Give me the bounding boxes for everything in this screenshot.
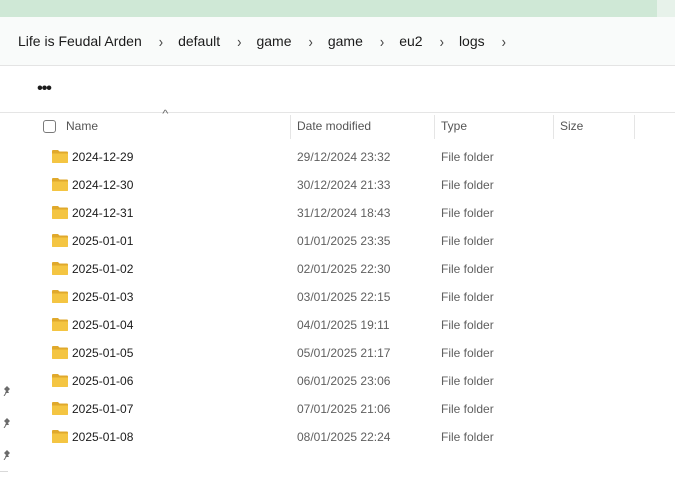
file-row[interactable]: 2024-12-29 29/12/2024 23:32 File folder [14,143,675,171]
folder-icon [52,290,68,303]
file-row[interactable]: 2025-01-06 06/01/2025 23:06 File folder [14,367,675,395]
pin-icon[interactable] [2,386,12,396]
window-top-strip [0,0,675,17]
folder-icon [52,234,68,247]
folder-icon [52,150,68,163]
file-date-modified: 29/12/2024 23:32 [297,150,391,164]
pin-icon[interactable] [2,418,12,428]
file-type: File folder [441,346,494,360]
file-name: 2025-01-02 [72,262,134,276]
file-date-modified: 05/01/2025 21:17 [297,346,391,360]
chevron-right-icon[interactable]: › [309,33,313,49]
folder-icon [52,178,68,191]
column-divider[interactable] [434,115,435,139]
file-row[interactable]: 2025-01-02 02/01/2025 22:30 File folder [14,255,675,283]
file-type: File folder [441,430,494,444]
breadcrumb-item[interactable]: game [256,33,291,49]
pane-divider [0,471,8,472]
file-date-modified: 06/01/2025 23:06 [297,374,391,388]
column-header: ^ Name Date modified Type Size [14,109,675,139]
file-row[interactable]: 2025-01-04 04/01/2025 19:11 File folder [14,311,675,339]
file-type: File folder [441,402,494,416]
file-row[interactable]: 2025-01-07 07/01/2025 21:06 File folder [14,395,675,423]
window-top-accent [657,0,675,17]
file-type: File folder [441,290,494,304]
file-name: 2025-01-05 [72,346,134,360]
file-name: 2025-01-01 [72,234,134,248]
chevron-right-icon[interactable]: › [502,33,506,49]
folder-icon [52,206,68,219]
file-name: 2024-12-31 [72,206,134,220]
chevron-right-icon[interactable]: › [237,33,241,49]
column-header-name[interactable]: Name [66,113,98,139]
navigation-pane [0,113,14,487]
file-name: 2025-01-08 [72,430,134,444]
file-name: 2024-12-29 [72,150,134,164]
more-options-button[interactable]: ••• [33,76,55,102]
file-date-modified: 08/01/2025 22:24 [297,430,391,444]
file-date-modified: 01/01/2025 23:35 [297,234,391,248]
file-name: 2025-01-04 [72,318,134,332]
file-row[interactable]: 2025-01-01 01/01/2025 23:35 File folder [14,227,675,255]
chevron-right-icon[interactable]: › [380,33,384,49]
folder-icon [52,430,68,443]
breadcrumb-item[interactable]: logs [459,33,485,49]
breadcrumb: Life is Feudal Arden › default › game › … [0,33,521,49]
address-bar[interactable]: Life is Feudal Arden › default › game › … [0,17,675,66]
sort-ascending-icon: ^ [162,109,169,120]
breadcrumb-item[interactable]: default [178,33,220,49]
column-divider[interactable] [634,115,635,139]
file-name: 2024-12-30 [72,178,134,192]
column-divider[interactable] [553,115,554,139]
column-divider[interactable] [290,115,291,139]
file-type: File folder [441,178,494,192]
command-bar: ••• [0,66,675,113]
folder-icon [52,318,68,331]
file-date-modified: 31/12/2024 18:43 [297,206,391,220]
file-type: File folder [441,150,494,164]
file-name: 2025-01-06 [72,374,134,388]
file-name: 2025-01-03 [72,290,134,304]
file-list-pane: ^ Name Date modified Type Size 2024-12-2… [14,109,675,487]
file-row[interactable]: 2025-01-05 05/01/2025 21:17 File folder [14,339,675,367]
file-type: File folder [441,374,494,388]
file-row[interactable]: 2024-12-30 30/12/2024 21:33 File folder [14,171,675,199]
select-all-checkbox[interactable] [43,120,56,133]
pin-icon[interactable] [2,450,12,460]
file-type: File folder [441,206,494,220]
file-date-modified: 30/12/2024 21:33 [297,178,391,192]
file-date-modified: 02/01/2025 22:30 [297,262,391,276]
folder-icon [52,402,68,415]
folder-icon [52,374,68,387]
file-row[interactable]: 2025-01-08 08/01/2025 22:24 File folder [14,423,675,451]
file-date-modified: 03/01/2025 22:15 [297,290,391,304]
file-date-modified: 07/01/2025 21:06 [297,402,391,416]
file-type: File folder [441,318,494,332]
breadcrumb-item[interactable]: Life is Feudal Arden [18,33,142,49]
breadcrumb-item[interactable]: game [328,33,363,49]
file-type: File folder [441,262,494,276]
file-type: File folder [441,234,494,248]
file-row[interactable]: 2024-12-31 31/12/2024 18:43 File folder [14,199,675,227]
file-date-modified: 04/01/2025 19:11 [297,318,390,332]
folder-icon [52,346,68,359]
file-name: 2025-01-07 [72,402,134,416]
column-header-date-modified[interactable]: Date modified [297,113,371,139]
chevron-right-icon[interactable]: › [440,33,444,49]
column-header-size[interactable]: Size [560,113,583,139]
chevron-right-icon[interactable]: › [159,33,163,49]
breadcrumb-item[interactable]: eu2 [399,33,422,49]
column-header-type[interactable]: Type [441,113,467,139]
folder-icon [52,262,68,275]
file-row[interactable]: 2025-01-03 03/01/2025 22:15 File folder [14,283,675,311]
